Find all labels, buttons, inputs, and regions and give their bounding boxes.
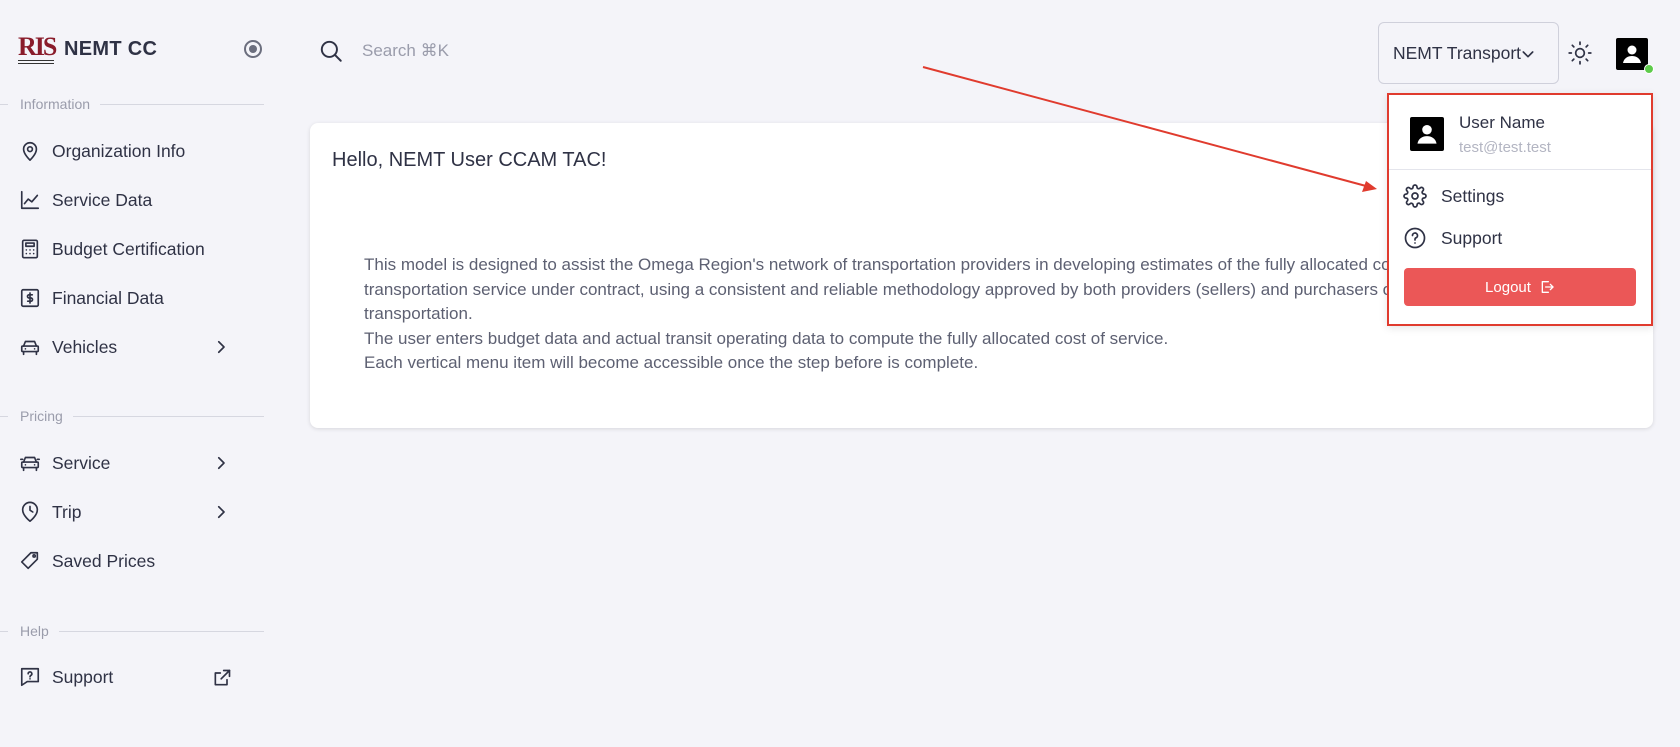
menu-item-label: Settings <box>1441 185 1505 206</box>
intro-line: Each vertical menu item will become acce… <box>364 353 979 372</box>
dollar-bill-icon <box>18 286 42 310</box>
page-title: Hello, NEMT User CCAM TAC! <box>332 149 607 171</box>
sidebar-item-label: Service Data <box>52 189 153 210</box>
intro-line: transportation. <box>364 304 473 323</box>
sidebar-item-label: Organization Info <box>52 140 186 161</box>
logout-button[interactable]: Logout <box>1404 268 1636 306</box>
organization-select[interactable]: NEMT Transport <box>1378 22 1559 84</box>
sidebar-item-label: Budget Certification <box>52 238 205 259</box>
sidebar-item-organization-info[interactable]: Organization Info <box>18 133 248 169</box>
sun-icon <box>1567 40 1593 66</box>
clock-pin-icon <box>18 500 42 524</box>
menu-item-label: Support <box>1441 227 1503 248</box>
menu-item-settings[interactable]: Settings <box>1403 180 1633 212</box>
intro-line: transportation service under contract, u… <box>364 279 1397 299</box>
chevron-right-icon <box>212 454 230 472</box>
divider <box>1389 169 1651 170</box>
search-bar[interactable]: Search ⌘K <box>318 38 449 64</box>
user-avatar-button[interactable] <box>1616 38 1654 74</box>
section-label-information: Information <box>0 96 264 112</box>
sidebar-item-service-data[interactable]: Service Data <box>18 182 248 218</box>
user-menu-dropdown: User Name test@test.test Settings Suppor… <box>1387 93 1653 326</box>
theme-toggle-button[interactable] <box>1567 40 1593 66</box>
external-link-icon <box>212 668 231 686</box>
map-pin-icon <box>18 139 42 163</box>
chevron-right-icon <box>212 338 230 356</box>
sidebar: RIS NEMT CC Information Organization Inf… <box>0 0 264 747</box>
sidebar-item-label: Financial Data <box>52 287 164 308</box>
chevron-right-icon <box>212 503 230 521</box>
section-label-pricing: Pricing <box>0 408 264 424</box>
user-email: test@test.test <box>1459 139 1551 156</box>
tag-icon <box>18 549 42 573</box>
car-icon <box>18 335 42 359</box>
sidebar-item-budget-certification[interactable]: Budget Certification <box>18 231 248 267</box>
brand[interactable]: RIS NEMT CC <box>18 32 157 66</box>
logout-icon <box>1539 279 1555 295</box>
sidebar-item-trip[interactable]: Trip <box>18 494 248 530</box>
sidebar-item-financial-data[interactable]: Financial Data <box>18 280 248 316</box>
gear-icon <box>1403 184 1427 208</box>
online-status-dot <box>1644 64 1654 74</box>
line-chart-icon <box>18 188 42 212</box>
user-avatar <box>1410 117 1444 151</box>
app-title: NEMT CC <box>64 37 158 60</box>
sidebar-toggle-button[interactable] <box>244 40 262 58</box>
sidebar-item-label: Trip <box>52 501 82 522</box>
help-circle-icon <box>1403 226 1427 250</box>
logo-text: RIS <box>18 32 57 61</box>
sidebar-item-label: Saved Prices <box>52 550 156 571</box>
help-message-icon <box>18 665 42 689</box>
calculator-icon <box>18 237 42 261</box>
section-label-help: Help <box>0 623 264 639</box>
sidebar-item-vehicles[interactable]: Vehicles <box>18 329 248 365</box>
user-icon <box>1616 38 1648 70</box>
sidebar-item-service[interactable]: Service <box>18 445 248 481</box>
user-name: User Name <box>1459 113 1545 132</box>
menu-item-support[interactable]: Support <box>1403 222 1633 254</box>
sidebar-item-label: Support <box>52 666 114 687</box>
intro-line: The user enters budget data and actual t… <box>364 328 1169 348</box>
sidebar-item-support[interactable]: Support <box>18 659 248 695</box>
logo: RIS <box>18 32 57 66</box>
chevron-down-icon <box>1520 46 1536 62</box>
sidebar-item-label: Service <box>52 452 111 473</box>
sidebar-item-saved-prices[interactable]: Saved Prices <box>18 543 248 579</box>
search-icon <box>318 38 344 64</box>
logout-label: Logout <box>1485 278 1531 296</box>
search-input[interactable]: Search ⌘K <box>362 41 449 61</box>
intro-line: This model is designed to assist the Ome… <box>364 255 1423 274</box>
vehicle-icon <box>18 451 42 475</box>
sidebar-item-label: Vehicles <box>52 336 118 357</box>
intro-paragraph: This model is designed to assist the Ome… <box>364 253 1423 376</box>
organization-select-value: NEMT Transport <box>1393 42 1522 63</box>
